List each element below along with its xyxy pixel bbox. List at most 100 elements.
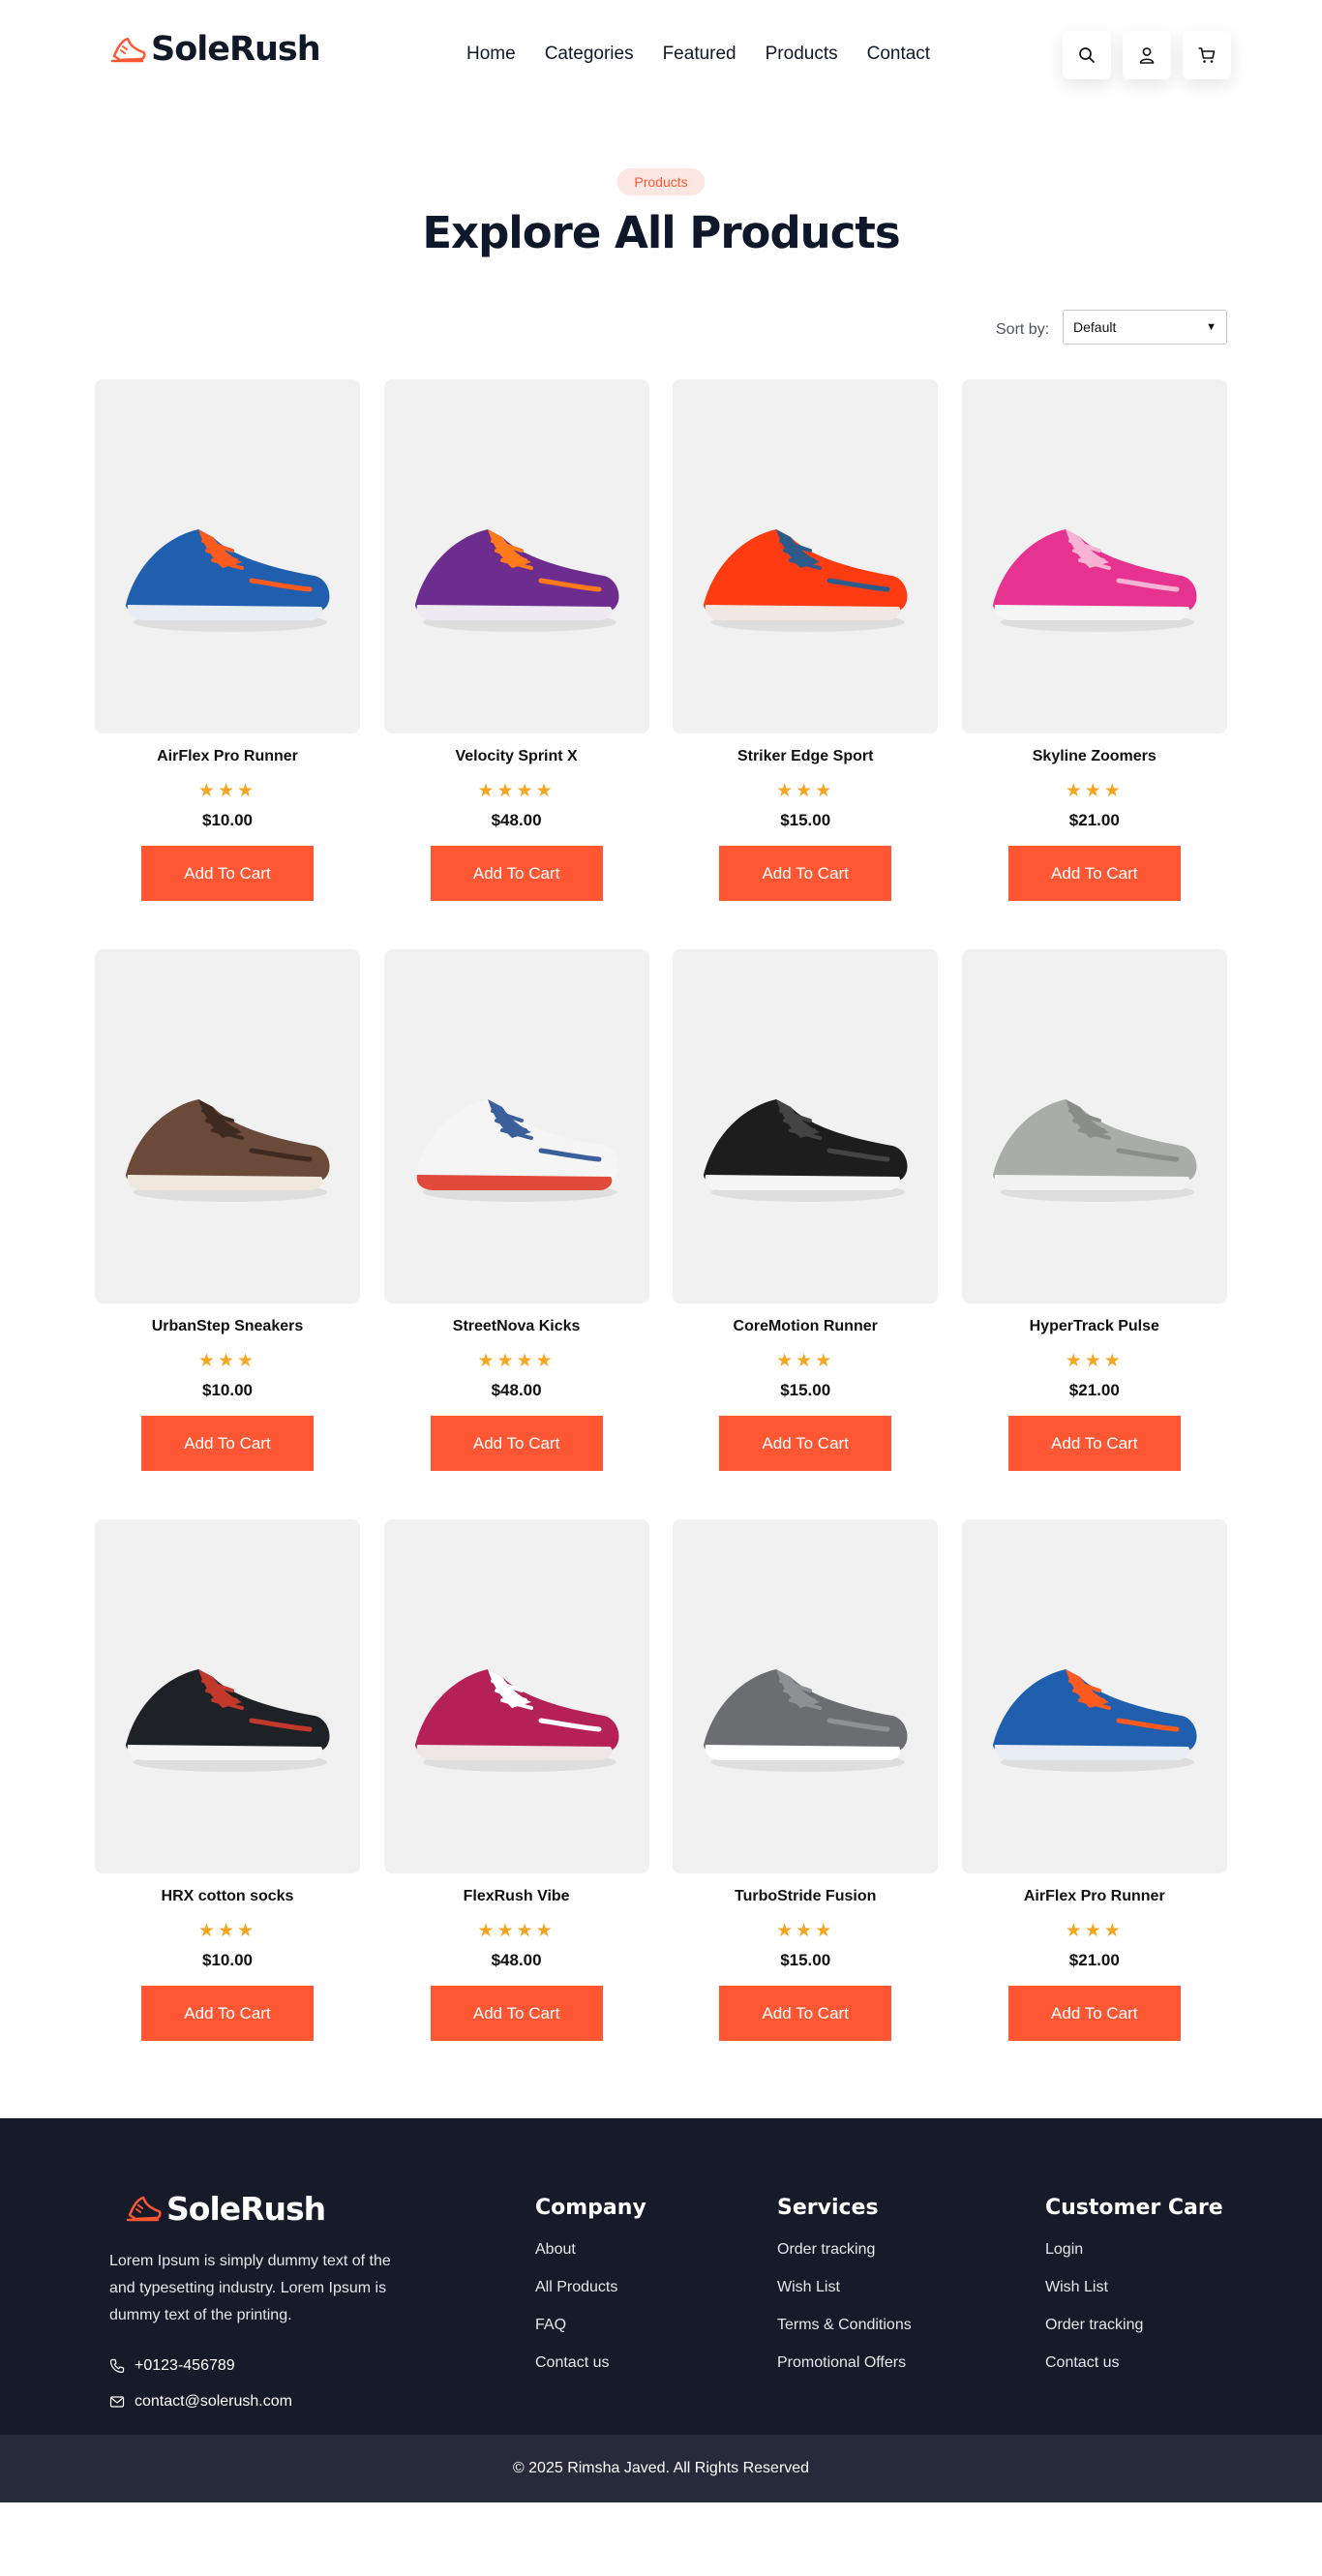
account-button[interactable]: [1123, 31, 1171, 79]
product-name[interactable]: Velocity Sprint X: [384, 748, 649, 767]
cart-button[interactable]: [1183, 31, 1231, 79]
add-to-cart-button[interactable]: Add To Cart: [430, 1416, 603, 1471]
chevron-down-icon: ▼: [1206, 321, 1217, 333]
footer-link-login[interactable]: Login: [1045, 2241, 1223, 2259]
product-name[interactable]: TurboStride Fusion: [673, 1888, 938, 1907]
star-icon: ★: [516, 1350, 536, 1371]
star-icon: ★: [1084, 1350, 1104, 1371]
sort-selected-value: Default: [1073, 319, 1117, 335]
product-image-frame[interactable]: [95, 949, 360, 1303]
product-card: Skyline Zoomers ★★★ $21.00 Add To Cart: [961, 379, 1227, 901]
footer-link-contact-us[interactable]: Contact us: [535, 2354, 646, 2372]
product-image-frame[interactable]: [383, 1519, 649, 1873]
footer-email[interactable]: contact@solerush.com: [109, 2393, 292, 2411]
product-image: [992, 1669, 1197, 1772]
footer-link-order-tracking[interactable]: Order tracking: [1045, 2317, 1223, 2334]
product-name[interactable]: CoreMotion Runner: [673, 1318, 938, 1337]
footer-link-order-tracking[interactable]: Order tracking: [777, 2241, 912, 2259]
add-to-cart-button[interactable]: Add To Cart: [719, 846, 892, 901]
product-name[interactable]: AirFlex Pro Runner: [962, 1888, 1227, 1907]
star-icon: ★: [197, 780, 218, 801]
product-image-frame[interactable]: [673, 949, 939, 1303]
nav-products[interactable]: Products: [766, 44, 838, 65]
sort-row: Sort by: Default ▼: [0, 300, 1322, 379]
mail-icon: [109, 2396, 125, 2408]
product-name[interactable]: Striker Edge Sport: [673, 748, 938, 767]
product-card: StreetNova Kicks ★★★★ $48.00 Add To Cart: [383, 949, 649, 1471]
nav-home[interactable]: Home: [466, 44, 516, 65]
add-to-cart-button[interactable]: Add To Cart: [141, 1416, 314, 1471]
product-price: $15.00: [780, 1381, 831, 1399]
product-name[interactable]: AirFlex Pro Runner: [95, 748, 360, 767]
product-card: HRX cotton socks ★★★ $10.00 Add To Cart: [95, 1519, 360, 2041]
product-image-frame[interactable]: [383, 379, 649, 734]
product-card: HyperTrack Pulse ★★★ $21.00 Add To Cart: [961, 949, 1227, 1471]
product-image-frame[interactable]: [961, 379, 1227, 734]
product-image-frame[interactable]: [961, 949, 1227, 1303]
add-to-cart-button[interactable]: Add To Cart: [141, 1986, 314, 2041]
product-image: [126, 529, 330, 632]
copyright-text: © 2025 Rimsha Javed. All Rights Reserved: [512, 2460, 810, 2476]
add-to-cart-button[interactable]: Add To Cart: [430, 1986, 603, 2041]
product-name[interactable]: UrbanStep Sneakers: [95, 1318, 360, 1337]
star-icon: ★: [496, 1350, 517, 1371]
add-to-cart-button[interactable]: Add To Cart: [719, 1416, 892, 1471]
shoe-logo-icon: [126, 2196, 162, 2222]
footer-link-promotional-offers[interactable]: Promotional Offers: [777, 2354, 912, 2372]
star-icon: ★: [1084, 1920, 1104, 1941]
product-image-frame[interactable]: [383, 949, 649, 1303]
star-icon: ★: [1103, 780, 1124, 801]
product-name[interactable]: FlexRush Vibe: [384, 1888, 649, 1907]
product-card: AirFlex Pro Runner ★★★ $10.00 Add To Car…: [95, 379, 360, 901]
search-button[interactable]: [1063, 31, 1111, 79]
add-to-cart-button[interactable]: Add To Cart: [1007, 846, 1181, 901]
product-name[interactable]: Skyline Zoomers: [962, 748, 1227, 767]
footer-phone[interactable]: +0123-456789: [109, 2357, 235, 2375]
footer-copyright-bar: © 2025 Rimsha Javed. All Rights Reserved: [0, 2435, 1322, 2502]
product-image-frame[interactable]: [961, 1519, 1227, 1873]
rating-stars: ★★★★: [384, 780, 649, 801]
star-icon: ★: [516, 780, 536, 801]
product-price: $21.00: [1068, 1381, 1120, 1399]
phone-icon: [109, 2358, 125, 2374]
product-card: TurboStride Fusion ★★★ $15.00 Add To Car…: [673, 1519, 939, 2041]
product-price: $48.00: [491, 811, 542, 829]
add-to-cart-button[interactable]: Add To Cart: [1007, 1986, 1181, 2041]
add-to-cart-button[interactable]: Add To Cart: [141, 846, 314, 901]
product-image-frame[interactable]: [95, 379, 360, 734]
product-name[interactable]: HyperTrack Pulse: [962, 1318, 1227, 1337]
add-to-cart-button[interactable]: Add To Cart: [1007, 1416, 1181, 1471]
product-image-frame[interactable]: [95, 1519, 360, 1873]
nav-featured[interactable]: Featured: [663, 44, 736, 65]
star-icon: ★: [1065, 1350, 1085, 1371]
nav-categories[interactable]: Categories: [545, 44, 634, 65]
footer-email-text: contact@solerush.com: [135, 2393, 292, 2410]
brand-logo[interactable]: SoleRush: [108, 29, 321, 70]
product-name[interactable]: HRX cotton socks: [95, 1888, 360, 1907]
add-to-cart-button[interactable]: Add To Cart: [719, 1986, 892, 2041]
rating-stars: ★★★: [673, 1920, 938, 1941]
star-icon: ★: [237, 780, 257, 801]
footer-link-about[interactable]: About: [535, 2241, 646, 2259]
brand-name: SoleRush: [151, 30, 321, 69]
footer-link-contact-us[interactable]: Contact us: [1045, 2354, 1223, 2372]
product-name[interactable]: StreetNova Kicks: [384, 1318, 649, 1337]
star-icon: ★: [197, 1920, 218, 1941]
product-image-frame[interactable]: [673, 1519, 939, 1873]
sort-select[interactable]: Default ▼: [1063, 310, 1227, 344]
footer-link-wish-list[interactable]: Wish List: [1045, 2279, 1223, 2296]
product-image-frame[interactable]: [673, 379, 939, 734]
star-icon: ★: [237, 1920, 257, 1941]
product-image: [126, 1669, 330, 1772]
footer-logo[interactable]: SoleRush: [124, 2188, 326, 2229]
footer-link-terms[interactable]: Terms & Conditions: [777, 2317, 912, 2334]
footer-link-faq[interactable]: FAQ: [535, 2317, 646, 2334]
product-image: [704, 1669, 908, 1772]
product-image: [414, 1669, 619, 1772]
star-icon: ★: [1065, 780, 1085, 801]
add-to-cart-button[interactable]: Add To Cart: [430, 846, 603, 901]
product-price: $48.00: [491, 1381, 542, 1399]
footer-link-all-products[interactable]: All Products: [535, 2279, 646, 2296]
footer-link-wish-list[interactable]: Wish List: [777, 2279, 912, 2296]
nav-contact[interactable]: Contact: [867, 44, 930, 65]
